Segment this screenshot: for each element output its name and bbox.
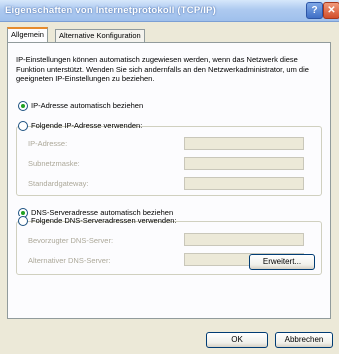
preferred-dns-field[interactable] <box>184 233 304 246</box>
close-icon: ✕ <box>327 5 336 16</box>
intro-text: IP-Einstellungen können automatisch zuge… <box>16 55 309 83</box>
default-gateway-label: Standardgateway: <box>28 179 89 188</box>
question-mark-icon: ? <box>311 5 318 16</box>
help-button[interactable]: ? <box>306 2 323 19</box>
dns-manual-option[interactable]: Folgende DNS-Serveradressen verwenden: <box>18 216 177 226</box>
default-gateway-field[interactable] <box>184 177 304 190</box>
tab-panel-general: IP-Einstellungen können automatisch zuge… <box>7 42 331 319</box>
ip-auto-radio[interactable] <box>18 101 28 111</box>
title-bar[interactable]: Eigenschaften von Internetprotokoll (TCP… <box>0 0 339 22</box>
subnet-mask-field[interactable] <box>184 157 304 170</box>
ip-manual-option[interactable]: Folgende IP-Adresse verwenden: <box>18 121 142 131</box>
advanced-button[interactable]: Erweitert... <box>249 254 315 270</box>
tab-general[interactable]: Allgemein <box>7 27 48 43</box>
ip-address-field[interactable] <box>184 137 304 150</box>
ok-button[interactable]: OK <box>206 332 268 348</box>
close-button[interactable]: ✕ <box>323 2 339 19</box>
cancel-button[interactable]: Abbrechen <box>275 332 333 348</box>
ip-address-label: IP-Adresse: <box>28 139 68 148</box>
tab-alternative-configuration[interactable]: Alternative Konfiguration <box>55 29 145 42</box>
dns-manual-label: Folgende DNS-Serveradressen verwenden: <box>31 216 177 225</box>
subnet-mask-label: Subnetzmaske: <box>28 159 80 168</box>
window-title: Eigenschaften von Internetprotokoll (TCP… <box>5 5 216 16</box>
preferred-dns-label: Bevorzugter DNS-Server: <box>28 236 114 245</box>
alternate-dns-label: Alternativer DNS-Server: <box>28 256 111 265</box>
ip-manual-label: Folgende IP-Adresse verwenden: <box>31 121 143 130</box>
dns-manual-radio[interactable] <box>18 216 28 226</box>
ip-manual-radio[interactable] <box>18 121 28 131</box>
ip-auto-label: IP-Adresse automatisch beziehen <box>31 101 144 110</box>
